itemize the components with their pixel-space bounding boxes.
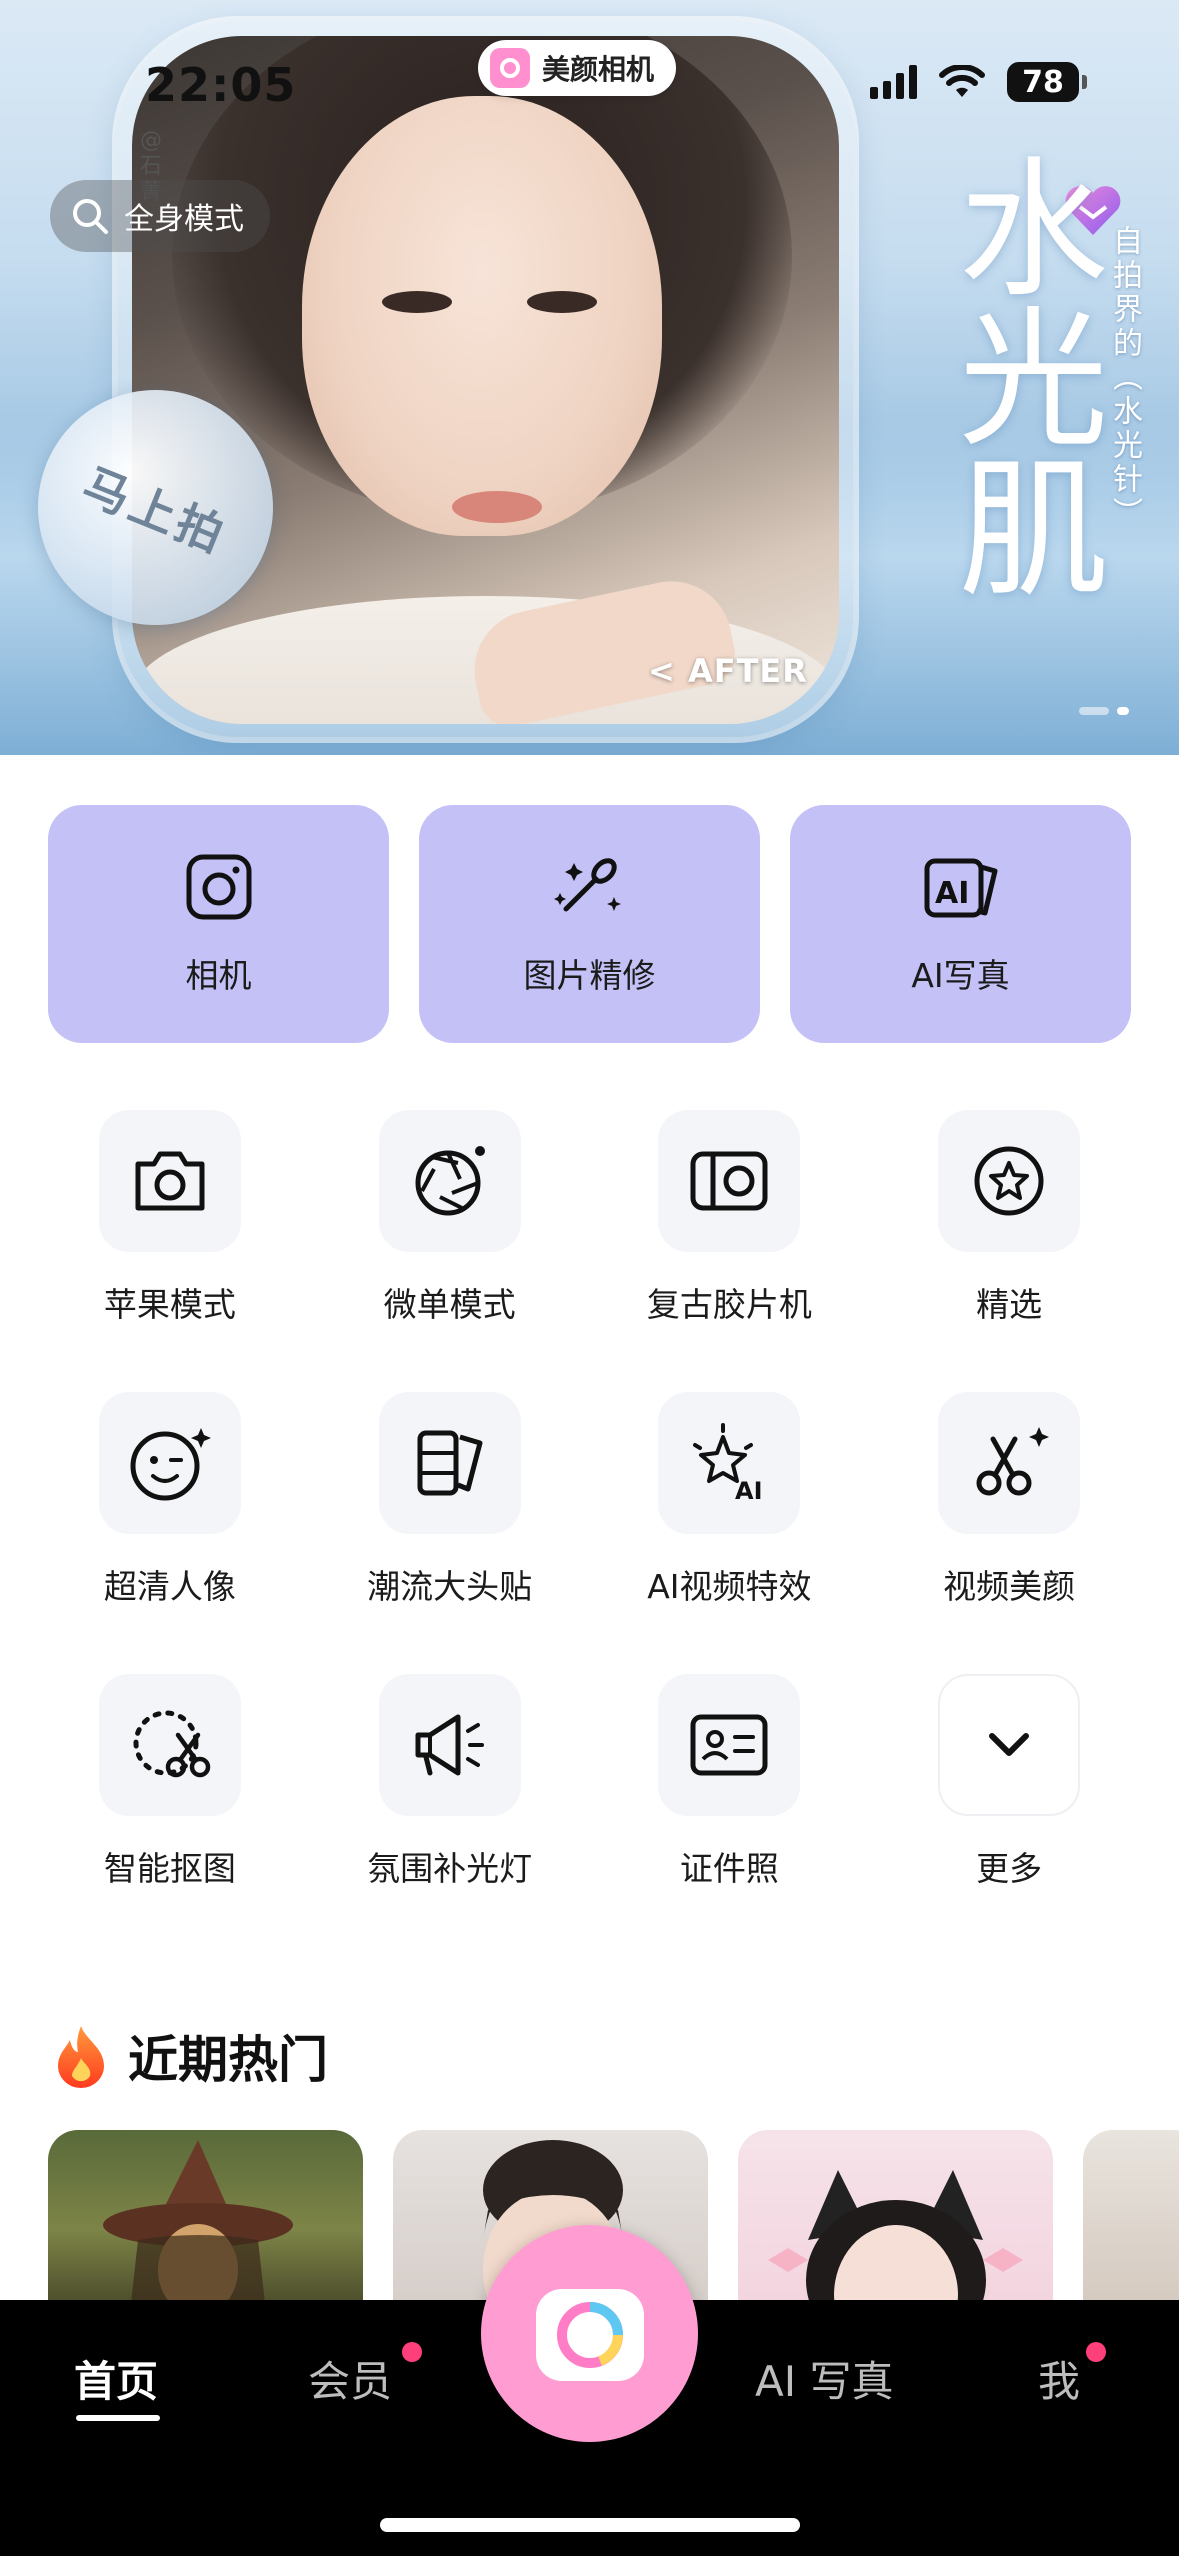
ai-portrait-card-label: AI写真	[911, 956, 1010, 995]
photo-sticker-icon	[417, 1430, 483, 1496]
scissors-sparkle-icon	[976, 1427, 1050, 1496]
feature-cards: 相机 图片精修 AI AI写真	[48, 805, 1131, 1043]
tool-more[interactable]: 更多	[869, 1674, 1149, 1890]
retouch-card[interactable]: 图片精修	[419, 805, 760, 1043]
nav-tab-me[interactable]: 我	[1038, 2348, 1080, 2409]
camera-shutter-button[interactable]	[481, 2225, 698, 2442]
retouch-card-label: 图片精修	[523, 956, 656, 995]
tool-label: 超清人像	[103, 1567, 236, 1606]
tool-smart-cutout[interactable]: 智能抠图	[30, 1674, 310, 1890]
hot-section-title: 近期热门	[128, 2031, 328, 2089]
app-name-pill: 美颜相机	[478, 40, 677, 96]
camera-icon	[186, 854, 251, 920]
shoot-now-button[interactable]: 马上拍	[38, 390, 273, 625]
cellular-signal-icon	[870, 65, 917, 99]
vip-notification-dot	[402, 2342, 422, 2362]
tool-label: 微单模式	[383, 1285, 516, 1324]
search-icon	[73, 199, 108, 234]
camera-card[interactable]: 相机	[48, 805, 389, 1043]
tool-label: AI视频特效	[647, 1567, 812, 1606]
me-notification-dot	[1086, 2342, 1106, 2362]
tool-hd-portrait[interactable]: 超清人像	[30, 1392, 310, 1608]
banner-subtitle: 自拍界的（水光针）	[1107, 225, 1142, 531]
nav-tab-vip[interactable]: 会员	[308, 2348, 392, 2409]
tools-grid: 苹果模式 微单模式 复古胶片机 精选 超清人像 潮流大头贴 AI AI视频特效 …	[30, 1110, 1149, 1890]
tool-label: 氛围补光灯	[367, 1849, 533, 1888]
id-card-icon	[690, 1714, 768, 1776]
camera-card-label: 相机	[185, 956, 252, 995]
tool-id-photo[interactable]: 证件照	[590, 1674, 870, 1890]
camera-icon	[135, 1151, 205, 1211]
ai-sparkle-icon: AI	[693, 1423, 763, 1503]
tool-label: 证件照	[679, 1849, 779, 1888]
tool-mirrorless-mode[interactable]: 微单模式	[310, 1110, 590, 1326]
tool-vintage-film-camera[interactable]: 复古胶片机	[590, 1110, 870, 1326]
battery-indicator: 78	[1007, 62, 1087, 102]
tool-label: 更多	[976, 1849, 1043, 1888]
tool-ai-video-effects[interactable]: AI AI视频特效	[590, 1392, 870, 1608]
tool-label: 精选	[976, 1285, 1043, 1324]
tool-apple-mode[interactable]: 苹果模式	[30, 1110, 310, 1326]
wifi-icon	[939, 65, 985, 97]
nav-active-underline	[76, 2415, 160, 2421]
svg-text:AI: AI	[935, 876, 969, 911]
app-logo-icon	[490, 48, 530, 88]
film-camera-icon	[690, 1151, 768, 1211]
ai-portrait-card[interactable]: AI AI写真	[790, 805, 1131, 1043]
banner-title: 水光肌	[933, 150, 1107, 600]
tool-label: 复古胶片机	[646, 1285, 812, 1324]
tool-ambient-fill-light[interactable]: 氛围补光灯	[310, 1674, 590, 1890]
retouch-icon	[553, 858, 621, 912]
home-indicator[interactable]	[380, 2518, 800, 2532]
svg-text:AI: AI	[735, 1477, 763, 1503]
status-time: 22:05	[145, 58, 297, 112]
status-icons: 78	[870, 62, 1087, 102]
megaphone-icon	[415, 1714, 484, 1776]
hero-banner[interactable]: < AFTER 22:05 78 美颜相机 @石菁 全身模式 马上拍 水光肌 自…	[0, 0, 1179, 755]
hot-section-header: 近期热门	[52, 2020, 328, 2092]
tool-trendy-photo-sticker[interactable]: 潮流大头贴	[310, 1392, 590, 1608]
chevron-down-icon	[989, 1733, 1030, 1756]
aperture-icon	[415, 1146, 485, 1216]
nav-tab-home[interactable]: 首页	[74, 2348, 158, 2409]
smile-icon	[130, 1428, 211, 1501]
app-name: 美颜相机	[542, 53, 655, 86]
camera-shutter-icon	[535, 2288, 644, 2381]
nav-tab-ai-portrait[interactable]: AI 写真	[755, 2348, 893, 2409]
tool-label: 潮流大头贴	[367, 1567, 533, 1606]
ai-portrait-icon: AI	[924, 858, 997, 918]
tool-label: 苹果模式	[103, 1285, 236, 1324]
mode-search-button[interactable]: 全身模式	[50, 180, 270, 252]
tool-featured[interactable]: 精选	[869, 1110, 1149, 1326]
cutout-icon	[133, 1710, 211, 1778]
search-mode-label: 全身模式	[124, 202, 244, 237]
star-icon	[974, 1146, 1044, 1216]
fire-icon	[58, 2026, 104, 2088]
shoot-now-label: 马上拍	[74, 457, 235, 564]
tool-label: 视频美颜	[943, 1567, 1076, 1606]
carousel-indicator	[1079, 707, 1129, 715]
after-label: < AFTER	[648, 652, 808, 690]
tool-video-beauty[interactable]: 视频美颜	[869, 1392, 1149, 1608]
tool-label: 智能抠图	[103, 1849, 236, 1888]
banner-portrait-photo	[132, 36, 839, 724]
